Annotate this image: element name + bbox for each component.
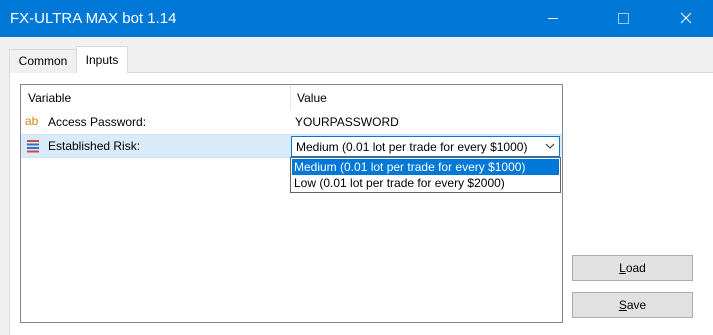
- load-mnemonic: L: [619, 261, 626, 275]
- minimize-button[interactable]: [530, 0, 576, 37]
- enum-list-icon: [27, 140, 39, 153]
- dropdown-option-medium[interactable]: Medium (0.01 lot per trade for every $10…: [292, 159, 559, 175]
- variable-label: Access Password:: [48, 115, 147, 129]
- close-button[interactable]: [663, 0, 709, 37]
- dialog-window: FX-ULTRA MAX bot 1.14 Common Inputs Vari…: [0, 0, 713, 335]
- dropdown-option-low[interactable]: Low (0.01 lot per trade for every $2000): [292, 175, 559, 191]
- tab-common[interactable]: Common: [9, 49, 77, 73]
- title-bar[interactable]: FX-ULTRA MAX bot 1.14: [0, 0, 713, 37]
- variable-label: Established Risk:: [48, 139, 141, 153]
- maximize-icon: [618, 13, 629, 24]
- risk-combo-box[interactable]: Medium (0.01 lot per trade for every $10…: [291, 136, 560, 157]
- save-button[interactable]: Save: [572, 292, 693, 318]
- close-icon: [680, 12, 692, 24]
- chevron-down-icon[interactable]: [545, 142, 555, 150]
- inputs-grid[interactable]: Variable Value ab Access Password: YOURP…: [20, 84, 563, 323]
- grid-row-access-password[interactable]: ab Access Password: YOURPASSWORD: [21, 110, 562, 134]
- minimize-icon: [548, 18, 558, 19]
- save-mnemonic: S: [618, 298, 627, 312]
- value-text[interactable]: YOURPASSWORD: [295, 115, 399, 129]
- maximize-button[interactable]: [600, 0, 646, 37]
- save-label: ave: [626, 298, 647, 312]
- column-header-value[interactable]: Value: [297, 91, 327, 105]
- window-title: FX-ULTRA MAX bot 1.14: [10, 10, 177, 27]
- load-label: oad: [625, 261, 646, 275]
- column-separator[interactable]: [290, 85, 291, 110]
- tab-inputs[interactable]: Inputs: [76, 46, 128, 73]
- combo-selected-value: Medium (0.01 lot per trade for every $10…: [296, 140, 528, 154]
- ab-text-icon: ab: [25, 114, 39, 128]
- risk-dropdown-list[interactable]: Medium (0.01 lot per trade for every $10…: [290, 157, 561, 193]
- grid-row-established-risk[interactable]: Established Risk: Medium (0.01 lot per t…: [21, 134, 562, 158]
- column-header-variable[interactable]: Variable: [28, 91, 71, 105]
- load-button[interactable]: Load: [572, 255, 693, 281]
